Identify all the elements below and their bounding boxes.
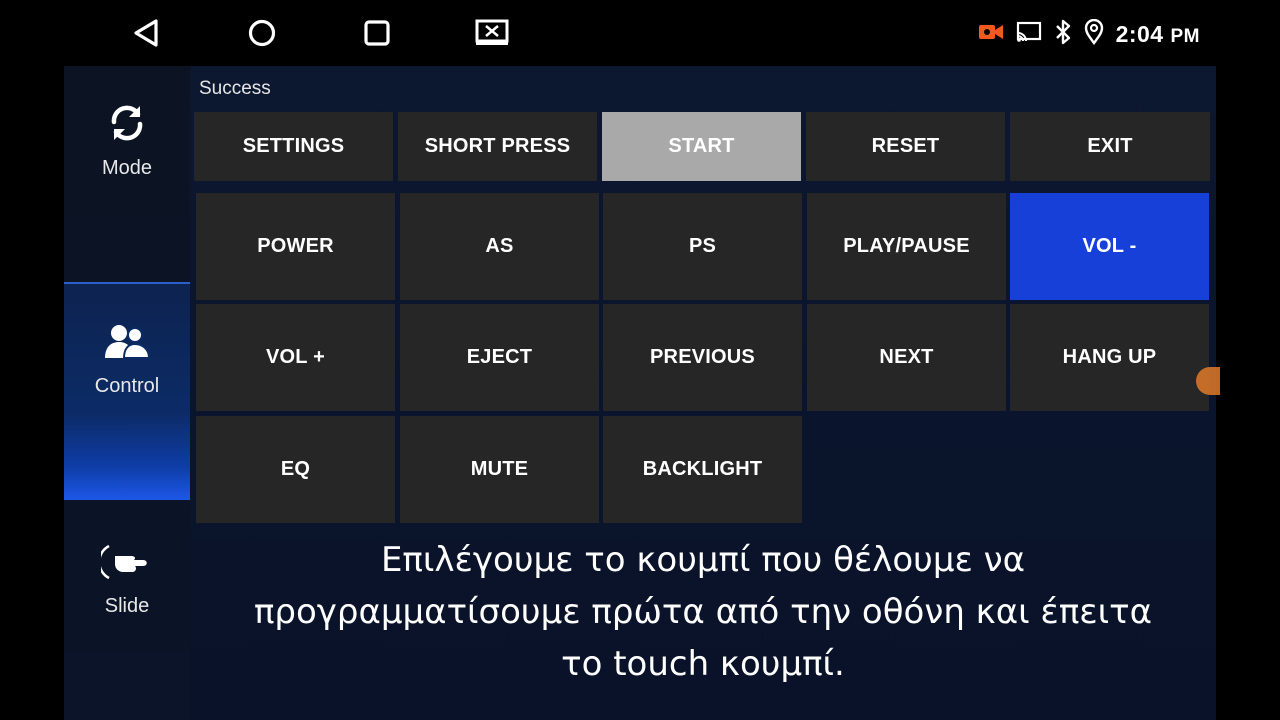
subtitle-line: προγραμματίσουμε πρώτα από την οθόνη και…	[253, 592, 1153, 632]
sidebar-item-mode[interactable]: Mode	[64, 102, 190, 194]
key-play-pause[interactable]: PLAY/PAUSE	[807, 193, 1006, 300]
swipe-hand-icon	[98, 542, 153, 587]
bluetooth-icon	[1054, 19, 1072, 50]
location-icon	[1084, 18, 1104, 50]
video-subtitle: Επιλέγουμε το κουμπί που θέλουμε να προγ…	[190, 534, 1216, 690]
key-vol-down[interactable]: VOL -	[1010, 193, 1209, 300]
status-indicators: 2:04 PM	[978, 14, 1200, 54]
screencast-icon[interactable]	[472, 13, 512, 53]
sidebar-item-label: Control	[94, 375, 160, 397]
sidebar: Mode Control Slide	[64, 66, 190, 720]
home-icon[interactable]	[242, 13, 282, 53]
key-power[interactable]: POWER	[196, 193, 395, 300]
system-bar: 2:04 PM	[0, 0, 1280, 66]
key-learning-app: Mode Control Slide Success SETTINGS SHOR…	[64, 66, 1220, 720]
sidebar-item-label: Mode	[101, 157, 153, 179]
reset-button[interactable]: RESET	[806, 112, 1005, 181]
recents-icon[interactable]	[357, 13, 397, 53]
refresh-icon	[106, 102, 148, 149]
settings-button[interactable]: SETTINGS	[194, 112, 393, 181]
subtitle-line: το touch κουμπί.	[561, 644, 845, 684]
key-backlight[interactable]: BACKLIGHT	[603, 416, 802, 523]
key-mute[interactable]: MUTE	[400, 416, 599, 523]
exit-button[interactable]: EXIT	[1010, 112, 1210, 181]
key-eject[interactable]: EJECT	[400, 304, 599, 411]
key-hang-up[interactable]: HANG UP	[1010, 304, 1209, 411]
camera-record-icon	[978, 22, 1004, 47]
back-icon[interactable]	[126, 13, 166, 53]
clock: 2:04 PM	[1116, 21, 1200, 48]
key-vol-up[interactable]: VOL +	[196, 304, 395, 411]
start-button[interactable]: START	[602, 112, 801, 181]
key-eq[interactable]: EQ	[196, 416, 395, 523]
sidebar-item-control[interactable]: Control	[64, 282, 190, 500]
key-next[interactable]: NEXT	[807, 304, 1006, 411]
clock-time: 2:04	[1115, 20, 1164, 47]
cast-icon	[1016, 21, 1042, 48]
users-icon	[104, 322, 151, 365]
floating-assistive-handle[interactable]	[1196, 367, 1220, 395]
subtitle-line: Επιλέγουμε το κουμπί που θέλουμε να	[380, 540, 1026, 580]
status-message: Success	[199, 78, 271, 99]
key-previous[interactable]: PREVIOUS	[603, 304, 802, 411]
key-as[interactable]: AS	[400, 193, 599, 300]
clock-ampm: PM	[1170, 25, 1200, 47]
short-press-button[interactable]: SHORT PRESS	[398, 112, 597, 181]
key-ps[interactable]: PS	[603, 193, 802, 300]
sidebar-item-label: Slide	[104, 595, 150, 617]
sidebar-item-slide[interactable]: Slide	[64, 542, 190, 634]
